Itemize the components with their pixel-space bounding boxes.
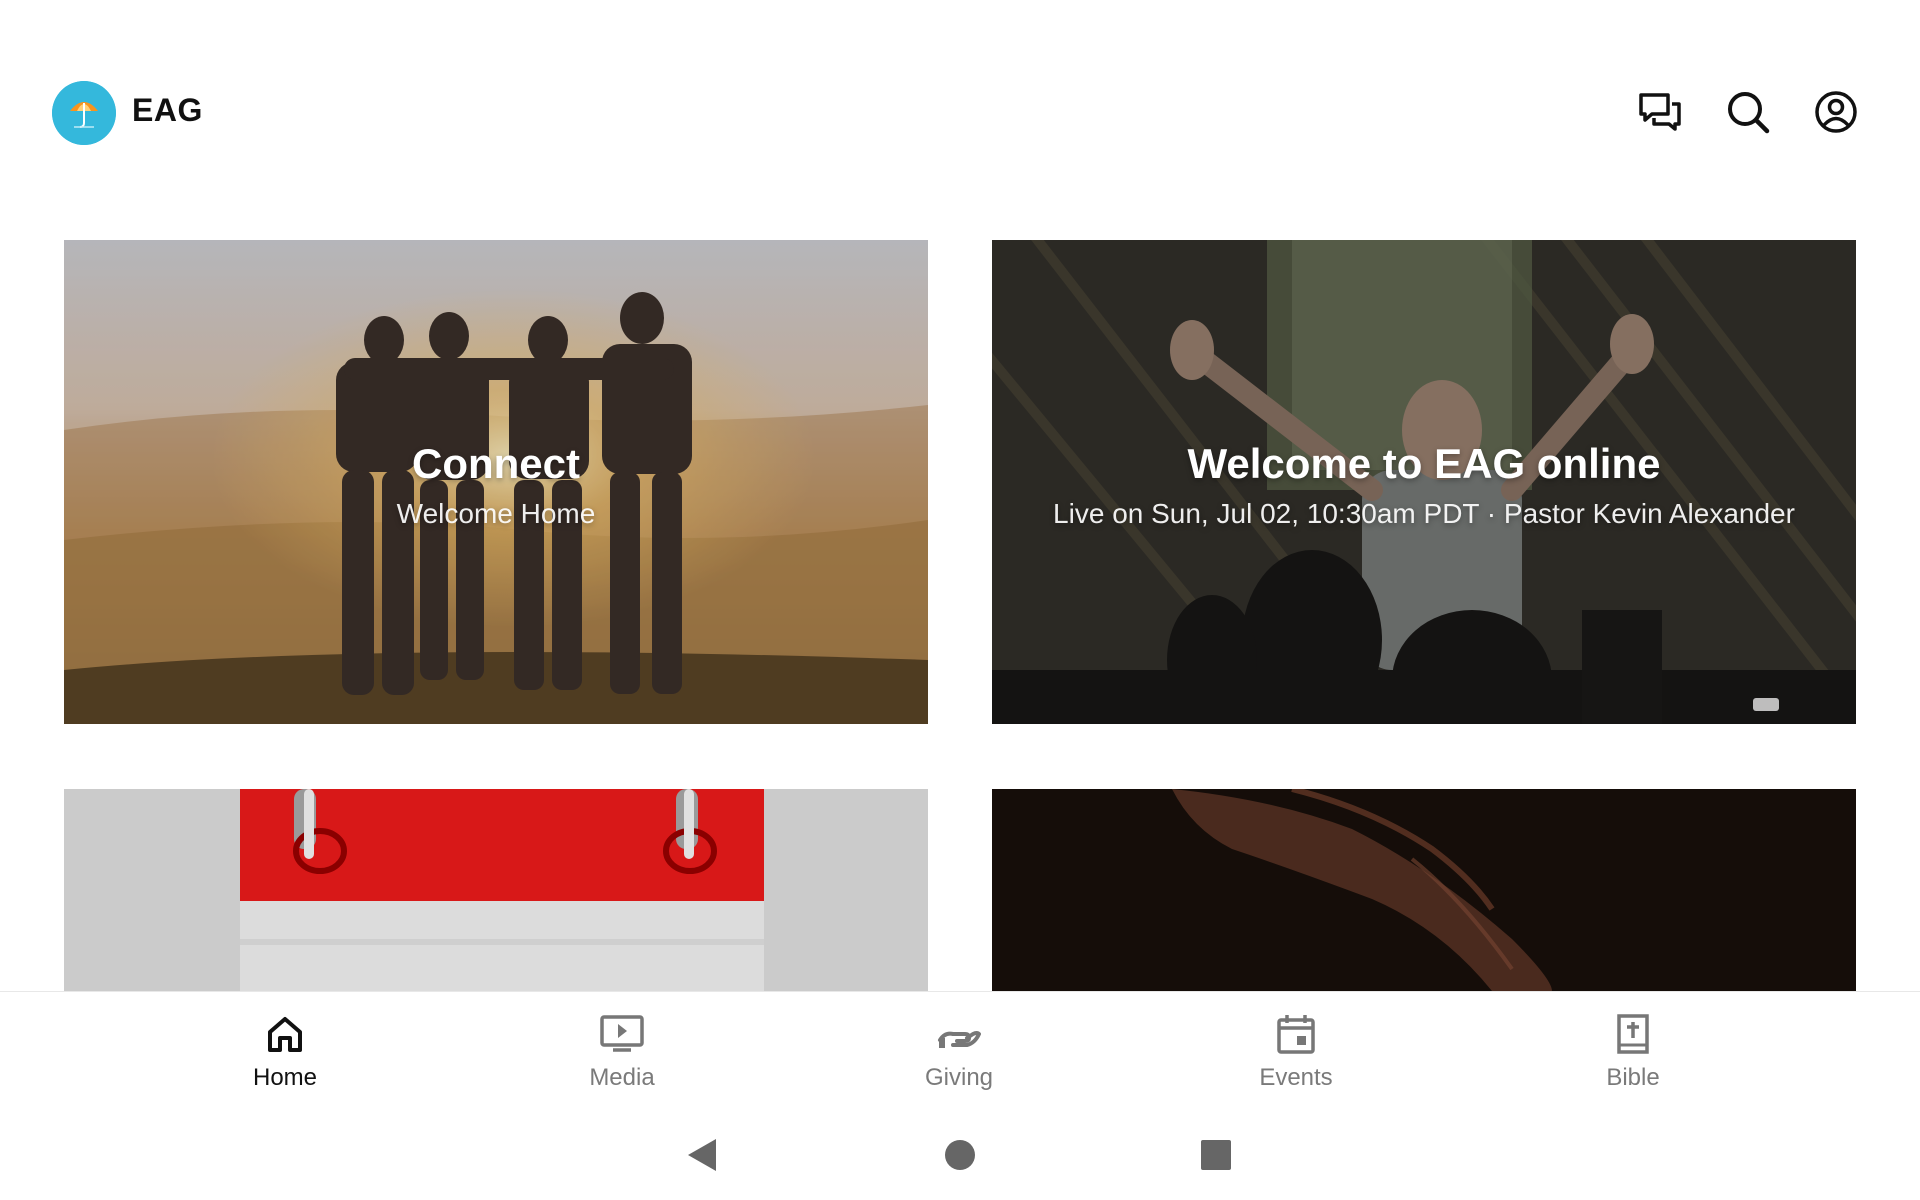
nav-item-giving[interactable]: Giving (859, 1010, 1059, 1100)
connect-card[interactable]: Connect Welcome Home (64, 240, 928, 724)
account-icon[interactable] (1812, 88, 1860, 136)
nav-item-home[interactable]: Home (185, 1010, 385, 1100)
live-stream-card-text: Welcome to EAG online Live on Sun, Jul 0… (992, 440, 1856, 530)
nav-item-media[interactable]: Media (522, 1010, 722, 1100)
nav-item-bible[interactable]: Bible (1533, 1010, 1733, 1100)
bible-icon (1609, 1010, 1657, 1058)
events-icon (1272, 1010, 1320, 1058)
nav-label: Home (252, 1064, 318, 1091)
hand-image (992, 789, 1856, 991)
back-icon[interactable] (682, 1135, 722, 1175)
card-title: Connect (412, 440, 580, 487)
prayer-card[interactable] (992, 789, 1856, 991)
giving-icon (935, 1010, 983, 1058)
bottom-navigation: Home Media Giving Events Bible (0, 991, 1920, 1109)
app-bar: EAG (0, 0, 1920, 225)
umbrella-logo-icon (52, 81, 116, 145)
system-navigation-bar (0, 1109, 1920, 1200)
card-subtitle: Welcome Home (396, 498, 596, 529)
home-icon (261, 1010, 309, 1058)
card-title: Welcome to EAG online (1187, 440, 1661, 487)
church-logo[interactable] (52, 81, 116, 145)
app-title: EAG (132, 92, 203, 128)
media-icon (598, 1010, 646, 1058)
events-card[interactable] (64, 789, 928, 991)
events-card-text (64, 869, 928, 879)
calendar-image (64, 789, 928, 991)
prayer-card-text (992, 869, 1856, 879)
live-stream-card[interactable]: Welcome to EAG online Live on Sun, Jul 0… (992, 240, 1856, 724)
nav-label: Media (589, 1064, 655, 1091)
recents-icon[interactable] (1196, 1135, 1236, 1175)
chat-icon[interactable] (1636, 88, 1684, 136)
nav-item-events[interactable]: Events (1196, 1010, 1396, 1100)
home-circle-icon[interactable] (940, 1135, 980, 1175)
search-icon[interactable] (1724, 88, 1772, 136)
connect-card-text: Connect Welcome Home (64, 440, 928, 530)
nav-label: Events (1259, 1064, 1333, 1091)
card-subtitle: Live on Sun, Jul 02, 10:30am PDT · Pasto… (1053, 498, 1795, 529)
nav-label: Bible (1606, 1064, 1660, 1091)
nav-label: Giving (924, 1064, 994, 1091)
